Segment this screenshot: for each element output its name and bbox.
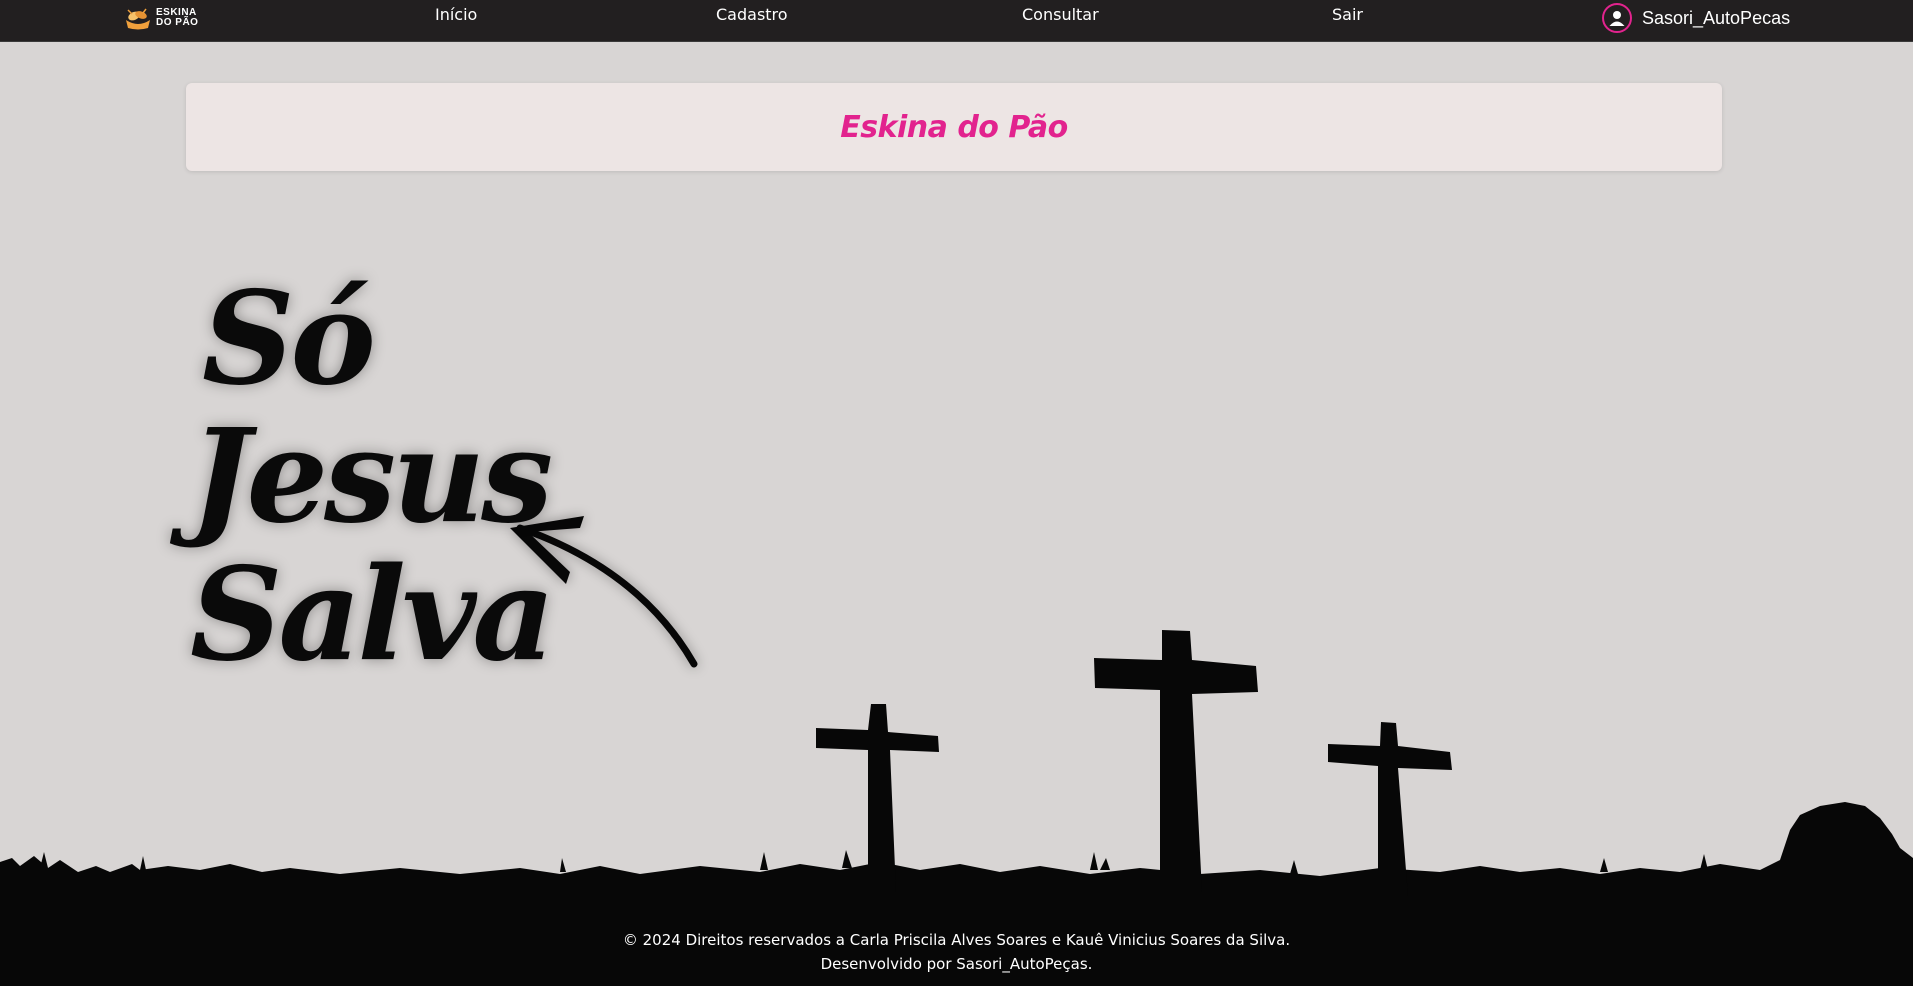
hero-line-2: Jesus	[190, 402, 553, 552]
footer-developer: Desenvolvido por Sasori_AutoPeças.	[820, 955, 1093, 973]
footer: © 2024 Direitos reservados a Carla Prisc…	[0, 928, 1913, 976]
navbar: ESKINA DO PÃO Início Cadastro Consultar …	[0, 0, 1913, 42]
center-cross	[1094, 630, 1258, 892]
title-card: Eskina do Pão	[186, 83, 1722, 171]
user-circle-icon[interactable]	[1602, 3, 1632, 33]
nav-link-consultar[interactable]: Consultar	[1022, 5, 1099, 25]
nav-link-inicio[interactable]: Início	[435, 5, 477, 25]
hero-line-3: Salva	[190, 540, 555, 690]
username[interactable]: Sasori_AutoPecas	[1642, 8, 1790, 29]
logo[interactable]: ESKINA DO PÃO	[124, 5, 198, 31]
bread-basket-icon	[126, 8, 150, 30]
nav-link-sair[interactable]: Sair	[1332, 5, 1363, 25]
logo-text: ESKINA DO PÃO	[156, 7, 199, 28]
hero-slogan: Só Jesus Salva	[190, 264, 555, 690]
left-cross	[816, 704, 939, 892]
page-title: Eskina do Pão	[840, 109, 1068, 145]
user-menu[interactable]: Sasori_AutoPecas	[1602, 3, 1790, 33]
nav-link-cadastro[interactable]: Cadastro	[716, 5, 788, 25]
right-cross	[1328, 722, 1452, 896]
hero-line-1: Só	[202, 264, 376, 414]
footer-copyright: © 2024 Direitos reservados a Carla Prisc…	[622, 931, 1291, 949]
